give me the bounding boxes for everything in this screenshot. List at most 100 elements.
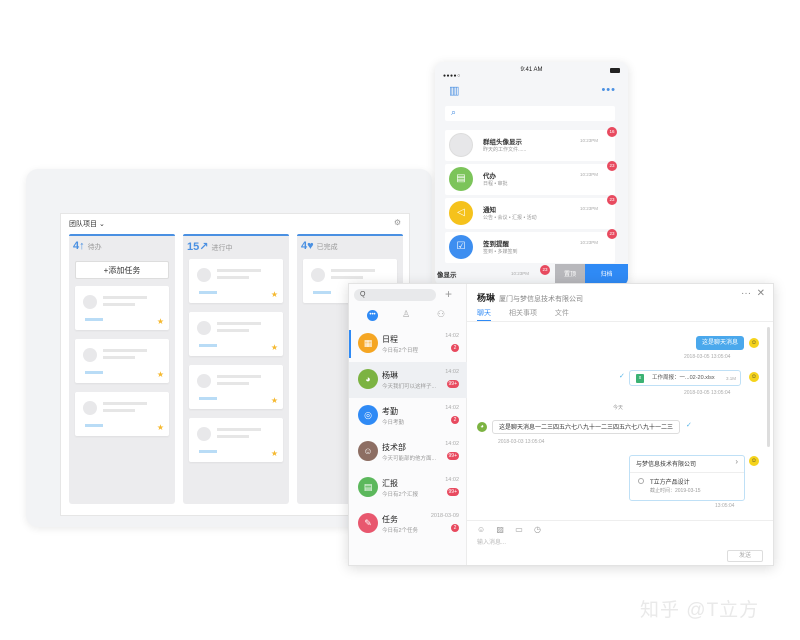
star-icon[interactable]: ★ xyxy=(271,450,278,458)
star-icon[interactable]: ★ xyxy=(271,397,278,405)
attendance-icon: ◎ xyxy=(358,405,378,425)
task-card[interactable]: ★ xyxy=(75,339,169,383)
notification-icon: ◁ xyxy=(449,201,473,225)
conversation-item[interactable]: ◎ 考勤 今日考勤 14:02 2 xyxy=(349,398,467,434)
read-check-icon: ✓ xyxy=(686,422,692,429)
task-card[interactable]: ★ xyxy=(75,392,169,436)
battery-icon xyxy=(610,68,620,73)
group-avatar-icon xyxy=(449,133,473,157)
message-bubble: 这是聊天消息 xyxy=(696,336,745,350)
unread-badge: 2 xyxy=(451,524,459,532)
tab-related[interactable]: 相关事项 xyxy=(509,310,537,317)
column-in-progress: 15↗ 进行中 ★ ★ ★ ★ xyxy=(183,234,289,504)
tab-chat[interactable]: 聊天 xyxy=(477,310,491,321)
tab-files[interactable]: 文件 xyxy=(555,310,569,317)
conversation-sidebar: Q + ••• ♙ ⚇ ▦ 日程 今日有2个日程 14:02 2 ◕ 杨琳 今天… xyxy=(349,284,467,565)
sidebar-tabs: ••• ♙ ⚇ xyxy=(349,308,466,324)
star-icon[interactable]: ★ xyxy=(271,291,278,299)
column-title: 4♥ 已完成 xyxy=(301,240,338,252)
project-selector[interactable]: 团队项目 ⌄ xyxy=(69,219,105,229)
groups-tab-icon[interactable]: ⚇ xyxy=(437,309,445,320)
conversation-item[interactable]: ▤ 汇报 今日有2个汇报 14:02 99+ xyxy=(349,470,467,506)
status-bar: ●●●●○ 9:41 AM xyxy=(435,62,628,79)
task-card[interactable]: ★ xyxy=(189,418,283,462)
list-item[interactable]: ▤ 代办 日程 • 审批 10:23PM 23 xyxy=(445,161,617,195)
composer-toolbar: ☺ ▨ ▭ ◷ xyxy=(477,525,550,534)
task-card[interactable]: ★ xyxy=(189,365,283,409)
chat-tab-icon[interactable]: ••• xyxy=(367,310,378,321)
chat-window: Q + ••• ♙ ⚇ ▦ 日程 今日有2个日程 14:02 2 ◕ 杨琳 今天… xyxy=(348,283,774,566)
search-input[interactable]: ⌕ xyxy=(445,106,615,121)
more-icon[interactable]: ··· xyxy=(741,288,751,299)
task-card[interactable]: ★ xyxy=(75,286,169,330)
chevron-right-icon[interactable]: › xyxy=(735,457,738,466)
avatar: ◕ xyxy=(477,422,487,432)
watermark: 知乎 @T立方 xyxy=(640,600,760,621)
task-card[interactable]: ★ xyxy=(189,259,283,303)
read-check-icon: ✓ xyxy=(619,373,625,380)
scrollbar[interactable] xyxy=(767,327,770,447)
task-icon: ✎ xyxy=(358,513,378,533)
avatar: ☺ xyxy=(749,338,759,348)
building-icon[interactable]: ▥ xyxy=(449,84,461,97)
excel-file-icon: x xyxy=(636,374,644,383)
schedule-icon: ▦ xyxy=(358,333,378,353)
clock-icon[interactable]: ◷ xyxy=(534,525,541,534)
unread-badge: 99+ xyxy=(446,380,459,388)
conversation-item[interactable]: ☺ 技术部 今天可能部的他方面... 14:02 99+ xyxy=(349,434,467,470)
column-title: 4↑ 待办 xyxy=(73,240,102,252)
unread-badge: 99+ xyxy=(446,488,459,496)
emoji-icon[interactable]: ☺ xyxy=(477,525,485,534)
list-item[interactable]: 群组头像显示 昨天的工作文件...... 10:23PM 16 xyxy=(445,127,617,161)
unread-badge: 2 xyxy=(451,416,459,424)
project-card-message[interactable]: 与梦信息技术有限公司 › T立方产品设计 截止时间：2019-03-15 xyxy=(629,455,745,501)
unread-badge: 23 xyxy=(607,229,617,239)
contacts-tab-icon[interactable]: ♙ xyxy=(402,309,410,320)
star-icon[interactable]: ★ xyxy=(157,318,164,326)
message-bubble: 这是聊天消息一二三四五六七八九十一二三四五六七八九十一二三 xyxy=(492,420,681,434)
list-item[interactable]: ☑ 签到提醒 签到 • 多媒签到 10:23PM 23 xyxy=(445,229,617,263)
search-input[interactable]: Q xyxy=(354,289,436,301)
close-icon[interactable]: ✕ xyxy=(757,288,765,299)
checkin-icon: ☑ xyxy=(449,235,473,259)
unread-badge: 16 xyxy=(607,127,617,137)
file-message[interactable]: x 工作周报：一...02-20.xlsx 3.1M xyxy=(629,370,741,386)
send-button[interactable]: 发送 xyxy=(727,550,763,562)
active-indicator xyxy=(349,330,351,358)
message-input[interactable]: 输入消息... xyxy=(477,537,506,546)
unread-badge: 23 xyxy=(607,161,617,171)
chat-tabs: 聊天 相关事项 文件 xyxy=(477,308,585,321)
settings-icon[interactable]: ⚙ xyxy=(394,218,401,227)
date-divider: 今天 xyxy=(613,405,624,411)
chat-header: 杨琳 厦门与梦信息技术有限公司 xyxy=(477,293,584,303)
mobile-app-screen: ●●●●○ 9:41 AM ▥ ••• ⌕ 群组头像显示 昨天的工作文件....… xyxy=(435,62,628,286)
folder-icon[interactable]: ▭ xyxy=(515,525,523,534)
signal-icon: ●●●●○ xyxy=(443,73,461,79)
report-icon: ▤ xyxy=(358,477,378,497)
conversation-item[interactable]: ◕ 杨琳 今天我们可以这样子... 14:02 99+ xyxy=(349,362,467,398)
image-icon[interactable]: ▨ xyxy=(496,525,504,534)
task-card[interactable]: ★ xyxy=(189,312,283,356)
conversation-item[interactable]: ✎ 任务 今日有2个任务 2018-03-09 2 xyxy=(349,506,467,542)
column-todo: 4↑ 待办 +添加任务 ★ ★ ★ xyxy=(69,234,175,504)
avatar: ☺ xyxy=(749,372,759,382)
star-icon[interactable]: ★ xyxy=(157,371,164,379)
search-icon: ⌕ xyxy=(451,107,457,117)
task-checkbox[interactable] xyxy=(638,478,644,484)
column-accent xyxy=(69,234,175,236)
add-task-button[interactable]: +添加任务 xyxy=(75,261,169,279)
unread-badge: 23 xyxy=(540,265,550,275)
column-title: 15↗ 进行中 xyxy=(187,241,233,253)
todo-icon: ▤ xyxy=(449,167,473,191)
avatar: ◕ xyxy=(358,369,378,389)
add-icon[interactable]: + xyxy=(445,287,452,301)
conversation-item[interactable]: ▦ 日程 今日有2个日程 14:02 2 xyxy=(349,326,467,362)
unread-badge: 23 xyxy=(607,195,617,205)
more-icon[interactable]: ••• xyxy=(601,85,616,96)
star-icon[interactable]: ★ xyxy=(271,344,278,352)
unread-badge: 2 xyxy=(451,344,459,352)
star-icon[interactable]: ★ xyxy=(157,424,164,432)
avatar: ☺ xyxy=(749,456,759,466)
unread-badge: 99+ xyxy=(446,452,459,460)
list-item[interactable]: ◁ 通知 公告 • 会议 • 汇报 • 活动 10:23PM 23 xyxy=(445,195,617,229)
